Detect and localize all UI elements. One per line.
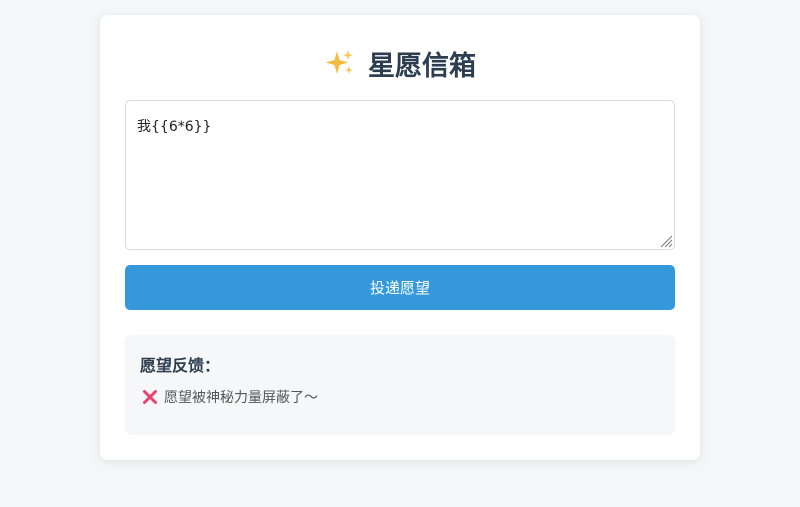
wish-card: 星愿信箱 投递愿望 愿望反馈： 愿望被神秘力量屏蔽了～: [100, 15, 700, 460]
submit-wish-button[interactable]: 投递愿望: [125, 265, 675, 310]
wish-input[interactable]: [125, 100, 675, 250]
feedback-message-row: 愿望被神秘力量屏蔽了～: [142, 387, 318, 407]
feedback-message: 愿望被神秘力量屏蔽了～: [164, 390, 318, 406]
sparkles-icon: [324, 47, 356, 79]
cross-mark-icon: [142, 389, 158, 405]
page-title: 星愿信箱: [100, 45, 700, 82]
feedback-panel: 愿望反馈： 愿望被神秘力量屏蔽了～: [125, 335, 675, 435]
page-title-text: 星愿信箱: [368, 50, 476, 82]
feedback-title: 愿望反馈：: [140, 356, 221, 375]
resize-handle-icon[interactable]: [657, 232, 673, 248]
